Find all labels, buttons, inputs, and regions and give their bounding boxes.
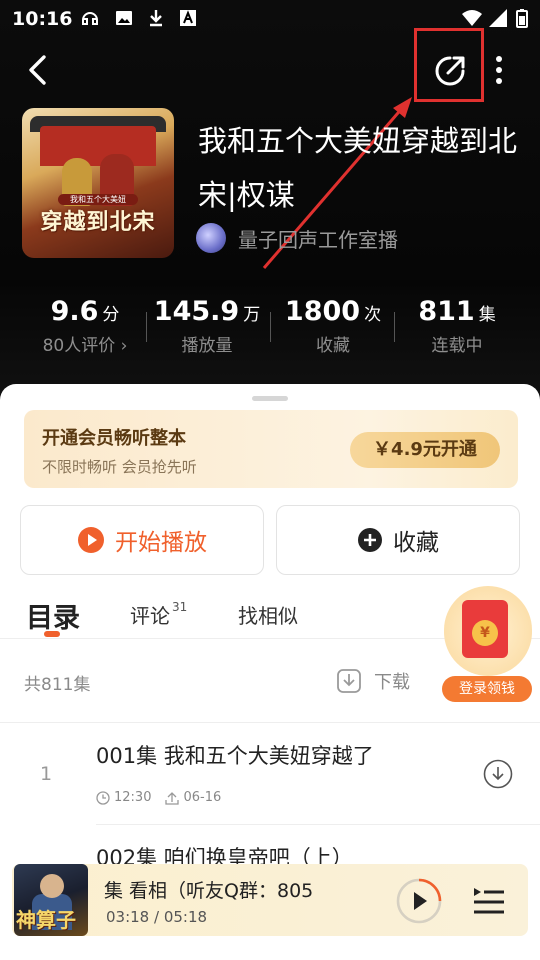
player-track-title: 集 看相（听友Q群：805 xyxy=(104,880,314,902)
vip-banner[interactable]: 开通会员畅听整本 不限时畅听 会员抢先听 ￥4.9元开通 xyxy=(24,410,518,488)
login-reward-button[interactable]: 登录领钱 xyxy=(442,676,532,702)
tab-comments-label: 评论 xyxy=(130,604,170,628)
vip-title: 开通会员畅听整本 xyxy=(42,428,186,449)
stat-unit: 集 xyxy=(478,305,496,325)
stat-value: 1800 xyxy=(284,296,361,327)
collect-button[interactable]: 收藏 xyxy=(276,505,520,575)
cover-title: 穿越到北宋 xyxy=(40,210,156,235)
author-name: 量子回声工作室播 xyxy=(238,227,398,252)
drag-handle[interactable] xyxy=(252,396,288,401)
download-icon xyxy=(337,669,361,693)
stat-value: 9.6 xyxy=(50,296,99,327)
author-avatar xyxy=(196,223,226,253)
stat-episodes: 811 集 连载中 xyxy=(392,296,522,356)
tab-catalog[interactable]: 目录 xyxy=(26,596,80,635)
comments-count: 31 xyxy=(172,600,188,614)
episode-download-icon[interactable] xyxy=(483,759,513,789)
plus-circle-icon xyxy=(358,528,382,552)
book-cover[interactable]: 我和五个大美妞 穿越到北宋 xyxy=(22,108,174,258)
stat-collects: 1800 次 收藏 xyxy=(268,296,398,356)
stat-value: 811 xyxy=(418,296,475,327)
vip-open-button[interactable]: ￥4.9元开通 xyxy=(350,432,500,468)
stat-label: 播放量 xyxy=(181,336,233,356)
divider xyxy=(96,824,540,825)
play-button[interactable]: 开始播放 xyxy=(20,505,264,575)
upload-icon xyxy=(165,791,180,805)
clock-icon xyxy=(96,790,110,805)
stat-plays: 145.9 万 播放量 xyxy=(142,296,272,356)
tab-indicator xyxy=(44,631,60,637)
stat-unit: 万 xyxy=(243,305,261,325)
stat-label: 收藏 xyxy=(316,336,350,356)
tab-similar[interactable]: 找相似 xyxy=(238,600,298,629)
book-title: 我和五个大美妞穿越到北宋|权谋 xyxy=(198,124,518,212)
player-cover-title: 神算子 xyxy=(16,908,76,932)
cover-hall xyxy=(40,126,156,166)
cover-figure xyxy=(40,874,64,898)
download-label: 下载 xyxy=(374,672,410,693)
stat-unit: 分 xyxy=(102,305,120,325)
divider xyxy=(0,722,540,723)
stat-value: 145.9 xyxy=(153,296,240,327)
play-circle-icon xyxy=(78,527,104,553)
stat-rating[interactable]: 9.6 分 80人评价 › xyxy=(20,296,150,356)
playlist-icon[interactable] xyxy=(470,882,508,920)
play-button-label: 开始播放 xyxy=(115,530,207,556)
tab-comments[interactable]: 评论 31 xyxy=(130,600,187,629)
stat-unit: 次 xyxy=(364,305,382,325)
episode-meta: 12:30 06-16 xyxy=(96,790,221,805)
player-cover[interactable]: 神算子 xyxy=(14,864,88,936)
vip-subtitle: 不限时畅听 会员抢先听 xyxy=(42,458,197,476)
stat-label: 80人评价 › xyxy=(42,336,128,356)
episode-number: 1 xyxy=(40,763,53,785)
collect-button-label: 收藏 xyxy=(393,530,439,556)
batch-download-button[interactable]: 下载 xyxy=(336,668,410,694)
author-link[interactable]: 量子回声工作室播 xyxy=(196,222,398,254)
coin-icon: ¥ xyxy=(472,620,498,646)
episode-count: 共811集 xyxy=(24,675,91,695)
episode-duration: 12:30 xyxy=(114,790,152,805)
episode-date: 06-16 xyxy=(183,790,222,805)
stat-label: 连载中 xyxy=(431,336,483,356)
episode-title: 001集 我和五个大美妞穿越了 xyxy=(96,744,374,768)
play-pause-button[interactable] xyxy=(396,878,442,924)
player-time: 03:18 / 05:18 xyxy=(106,908,208,926)
